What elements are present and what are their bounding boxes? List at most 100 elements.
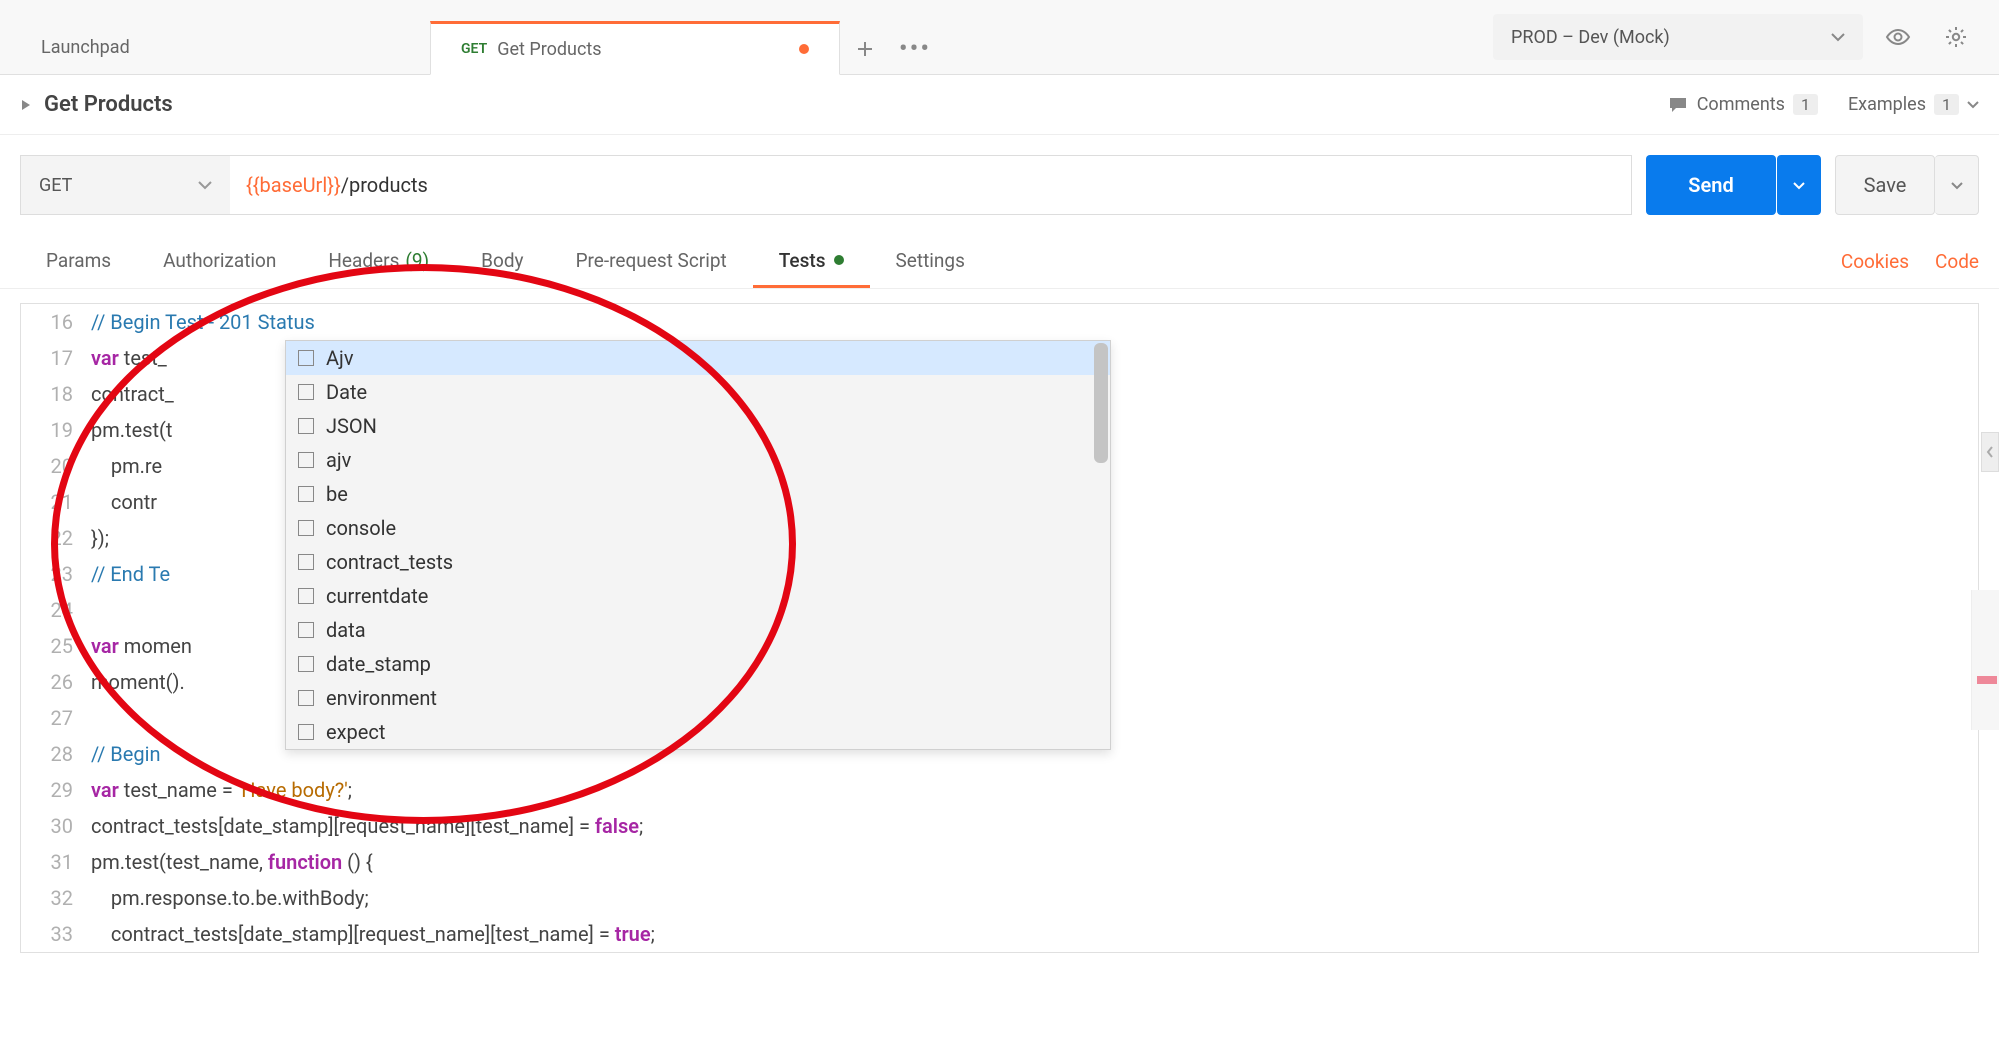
code-content: pm.test(test_name, function () { <box>91 844 373 880</box>
unsaved-dot-icon <box>799 44 809 54</box>
code-content: // End Te <box>91 556 170 592</box>
subtab-authorization[interactable]: Authorization <box>137 235 302 288</box>
line-number: 21 <box>21 484 91 520</box>
examples-button[interactable]: Examples 1 <box>1848 94 1979 115</box>
environment-area: PROD – Dev (Mock) <box>1473 0 1999 74</box>
autocomplete-label: currentdate <box>326 584 428 608</box>
minimap-marker <box>1977 676 1997 684</box>
line-number: 20 <box>21 448 91 484</box>
eye-icon <box>1885 28 1911 46</box>
autocomplete-kind-icon <box>298 554 314 570</box>
line-number: 31 <box>21 844 91 880</box>
autocomplete-popup: AjvDateJSON ajv be console contract_testscur… <box>285 340 1111 750</box>
autocomplete-item[interactable]: data <box>286 613 1110 647</box>
autocomplete-kind-icon <box>298 418 314 434</box>
environment-selector[interactable]: PROD – Dev (Mock) <box>1493 14 1863 60</box>
autocomplete-kind-icon <box>298 724 314 740</box>
line-number: 18 <box>21 376 91 412</box>
code-line[interactable]: 16// Begin Test - 201 Status <box>21 304 1978 340</box>
tests-indicator-icon <box>834 255 844 265</box>
tab-get-products[interactable]: GET Get Products <box>430 21 840 75</box>
autocomplete-item[interactable]: currentdate <box>286 579 1110 613</box>
autocomplete-item[interactable]: contract_tests <box>286 545 1110 579</box>
tab-label: Get Products <box>497 39 601 60</box>
autocomplete-item[interactable]: console <box>286 511 1110 545</box>
cookies-link[interactable]: Cookies <box>1841 250 1909 273</box>
autocomplete-label: be <box>326 482 348 506</box>
method-selector[interactable]: GET <box>20 155 230 215</box>
line-number: 19 <box>21 412 91 448</box>
line-number: 17 <box>21 340 91 376</box>
autocomplete-item[interactable]: Date <box>286 375 1110 409</box>
examples-count: 1 <box>1934 94 1959 115</box>
side-collapse-button[interactable] <box>1981 432 1999 472</box>
examples-label: Examples <box>1848 94 1926 115</box>
subtab-headers[interactable]: Headers(9) <box>302 235 455 288</box>
chevron-down-icon <box>1967 100 1979 109</box>
tab-method: GET <box>461 41 487 57</box>
autocomplete-label: console <box>326 516 396 540</box>
save-dropdown-button[interactable] <box>1935 155 1979 215</box>
save-label: Save <box>1864 173 1907 197</box>
code-content: pm.re <box>91 448 162 484</box>
send-button[interactable]: Send <box>1646 155 1776 215</box>
code-link[interactable]: Code <box>1935 250 1979 273</box>
url-path: /products <box>341 173 428 197</box>
line-number: 28 <box>21 736 91 772</box>
code-line[interactable]: 33 contract_tests[date_stamp][request_na… <box>21 916 1978 952</box>
line-number: 27 <box>21 700 91 736</box>
subtab-params[interactable]: Params <box>20 235 137 288</box>
autocomplete-item[interactable]: expect <box>286 715 1110 749</box>
autocomplete-kind-icon <box>298 350 314 366</box>
gear-icon <box>1944 25 1968 49</box>
comments-count: 1 <box>1793 94 1818 115</box>
comments-button[interactable]: Comments 1 <box>1667 94 1818 115</box>
chevron-down-icon <box>1793 181 1805 190</box>
subtab-settings[interactable]: Settings <box>870 235 991 288</box>
autocomplete-scrollbar[interactable] <box>1094 343 1108 463</box>
code-content: contract_tests[date_stamp][request_name]… <box>91 808 643 844</box>
collapse-triangle-icon[interactable] <box>20 98 32 112</box>
autocomplete-label: environment <box>326 686 437 710</box>
line-number: 24 <box>21 592 91 628</box>
autocomplete-item[interactable]: JSON <box>286 409 1110 443</box>
minimap[interactable] <box>1971 590 1999 730</box>
code-content: }); <box>91 520 109 556</box>
autocomplete-item[interactable]: Ajv <box>286 341 1110 375</box>
autocomplete-item[interactable]: date_stamp <box>286 647 1110 681</box>
line-number: 22 <box>21 520 91 556</box>
autocomplete-item[interactable]: ajv <box>286 443 1110 477</box>
new-tab-button[interactable] <box>840 24 890 74</box>
tab-overflow-button[interactable]: ••• <box>890 24 940 74</box>
subtab-prerequest[interactable]: Pre-request Script <box>550 235 753 288</box>
environment-label: PROD – Dev (Mock) <box>1511 27 1670 48</box>
code-line[interactable]: 30contract_tests[date_stamp][request_nam… <box>21 808 1978 844</box>
tab-launchpad[interactable]: Launchpad <box>10 20 430 74</box>
code-line[interactable]: 31pm.test(test_name, function () { <box>21 844 1978 880</box>
chevron-down-icon <box>198 180 212 190</box>
line-number: 23 <box>21 556 91 592</box>
comment-icon <box>1667 95 1689 115</box>
code-line[interactable]: 29var test_name = 'Have body?'; <box>21 772 1978 808</box>
autocomplete-label: data <box>326 618 366 642</box>
request-subtabs: Params Authorization Headers(9) Body Pre… <box>0 235 1999 289</box>
code-content: moment(). <box>91 664 185 700</box>
autocomplete-item[interactable]: be <box>286 477 1110 511</box>
autocomplete-item[interactable]: environment <box>286 681 1110 715</box>
autocomplete-label: contract_tests <box>326 550 453 574</box>
tabs-area: Launchpad GET Get Products ••• <box>0 0 1473 74</box>
environment-preview-button[interactable] <box>1875 14 1921 60</box>
subtab-tests[interactable]: Tests <box>753 235 870 288</box>
autocomplete-kind-icon <box>298 384 314 400</box>
autocomplete-label: ajv <box>326 448 351 472</box>
settings-button[interactable] <box>1933 14 1979 60</box>
url-input[interactable]: {{baseUrl}}/products <box>230 155 1632 215</box>
url-variable: {{baseUrl}} <box>246 173 341 197</box>
autocomplete-kind-icon <box>298 622 314 638</box>
headers-count: (9) <box>405 249 429 272</box>
subtab-body[interactable]: Body <box>455 235 549 288</box>
save-button[interactable]: Save <box>1835 155 1935 215</box>
send-dropdown-button[interactable] <box>1777 155 1821 215</box>
code-line[interactable]: 32 pm.response.to.be.withBody; <box>21 880 1978 916</box>
chevron-down-icon <box>1831 32 1845 42</box>
